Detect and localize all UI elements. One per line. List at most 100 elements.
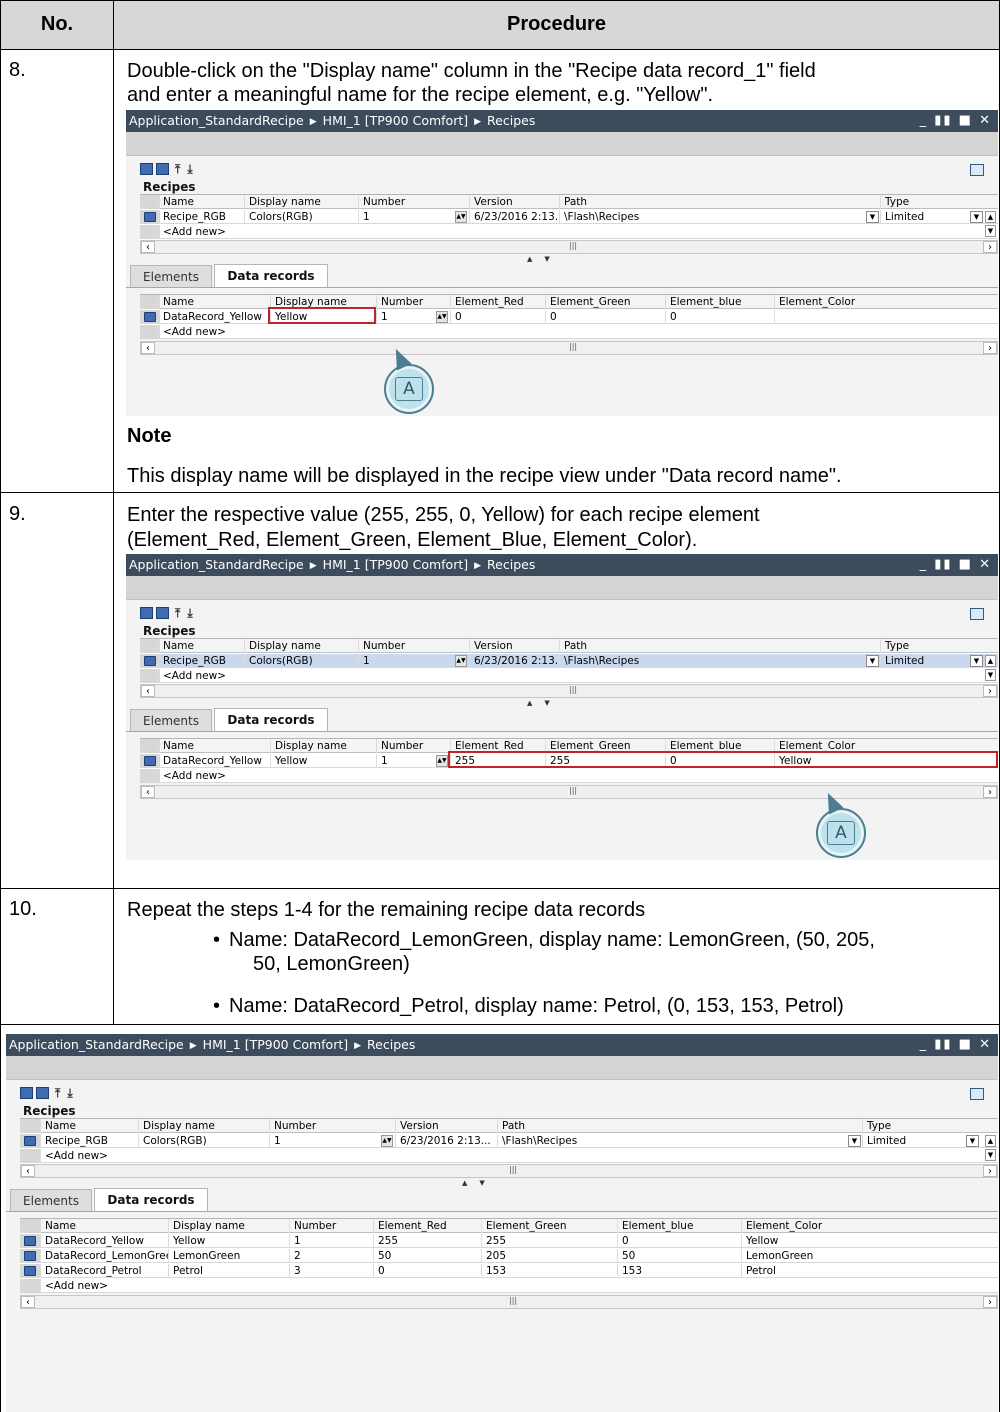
data-record-cell[interactable]: Yellow bbox=[168, 1234, 289, 1248]
split-view-icon[interactable] bbox=[970, 1088, 984, 1100]
tab-elements[interactable]: Elements bbox=[10, 1189, 92, 1211]
scroll-left-icon[interactable]: ‹ bbox=[21, 1165, 35, 1177]
column-header[interactable]: Name bbox=[158, 195, 244, 209]
move-down-icon[interactable]: ⤓ bbox=[187, 162, 195, 176]
column-header[interactable]: Element_Color bbox=[774, 295, 876, 309]
column-header[interactable]: Element_blue bbox=[665, 295, 774, 309]
column-header[interactable]: Display name bbox=[244, 195, 358, 209]
scroll-right-icon[interactable]: › bbox=[983, 685, 997, 697]
recipe-cell[interactable]: Recipe_RGB bbox=[40, 1134, 138, 1148]
recipe-row[interactable]: Recipe_RGB Colors(RGB) 1 6/23/2016 2:13... \… bbox=[140, 210, 998, 224]
scroll-thumb-icon[interactable]: ||| bbox=[569, 786, 577, 795]
breadcrumb-project[interactable]: Application_StandardRecipe bbox=[129, 557, 304, 572]
column-header[interactable]: Version bbox=[469, 639, 559, 653]
column-header[interactable]: Number bbox=[358, 195, 469, 209]
column-header[interactable]: Element_Green bbox=[481, 1219, 617, 1233]
data-record-cell[interactable]: DataRecord_Yellow bbox=[158, 310, 270, 324]
column-header[interactable]: Type bbox=[862, 1119, 982, 1133]
data-record-cell[interactable]: 255 bbox=[373, 1234, 481, 1248]
export-icon[interactable] bbox=[156, 163, 169, 175]
breadcrumb-project[interactable]: Application_StandardRecipe bbox=[129, 113, 304, 128]
add-new-row[interactable]: <Add new> bbox=[140, 225, 998, 239]
recipe-cell[interactable]: \Flash\Recipes bbox=[559, 210, 658, 224]
type-dropdown-icon[interactable]: ▼ bbox=[970, 211, 983, 223]
data-record-cell[interactable]: 0 bbox=[450, 310, 545, 324]
import-icon[interactable] bbox=[140, 163, 153, 175]
breadcrumb-device[interactable]: HMI_1 [TP900 Comfort] bbox=[203, 1037, 348, 1052]
data-record-cell[interactable]: Petrol bbox=[168, 1264, 289, 1278]
recipe-row[interactable]: Recipe_RGB Colors(RGB) 1 6/23/2016 2:13... \… bbox=[20, 1134, 998, 1148]
add-new-row[interactable]: <Add new> bbox=[20, 1279, 998, 1293]
move-down-icon[interactable]: ⤓ bbox=[67, 1086, 75, 1100]
data-record-cell[interactable]: 0 bbox=[545, 310, 665, 324]
scroll-up-icon[interactable]: ▲ bbox=[985, 1135, 996, 1147]
recipe-cell[interactable]: 6/23/2016 2:13... bbox=[469, 654, 559, 668]
breadcrumb-recipes[interactable]: Recipes bbox=[487, 557, 535, 572]
path-dropdown-icon[interactable]: ▼ bbox=[866, 211, 879, 223]
data-record-cell[interactable]: 0 bbox=[665, 310, 774, 324]
scroll-left-icon[interactable]: ‹ bbox=[21, 1296, 35, 1308]
number-spinner-icon[interactable]: ▲▼ bbox=[436, 311, 448, 323]
horizontal-scrollbar[interactable]: ‹ ||| › bbox=[140, 341, 998, 355]
scroll-left-icon[interactable]: ‹ bbox=[141, 685, 155, 697]
column-header[interactable]: Element_Red bbox=[450, 295, 545, 309]
column-header[interactable]: Display name bbox=[270, 739, 376, 753]
breadcrumb-device[interactable]: HMI_1 [TP900 Comfort] bbox=[323, 113, 468, 128]
import-icon[interactable] bbox=[20, 1087, 33, 1099]
data-record-row[interactable]: DataRecord_Petrol Petrol 3 0 153 153 Petrol bbox=[20, 1264, 998, 1278]
pane-splitter[interactable]: ▲▼ bbox=[462, 1179, 504, 1187]
column-header[interactable]: Element_Green bbox=[545, 295, 665, 309]
scroll-right-icon[interactable]: › bbox=[983, 1296, 997, 1308]
scroll-right-icon[interactable]: › bbox=[983, 786, 997, 798]
column-header[interactable]: Number bbox=[358, 639, 469, 653]
horizontal-scrollbar[interactable]: ‹ ||| › bbox=[20, 1164, 998, 1178]
split-view-icon[interactable] bbox=[970, 608, 984, 620]
recipe-cell[interactable]: \Flash\Recipes bbox=[497, 1134, 609, 1148]
split-view-icon[interactable] bbox=[970, 164, 984, 176]
column-header[interactable]: Name bbox=[40, 1219, 168, 1233]
column-header[interactable]: Version bbox=[395, 1119, 497, 1133]
recipe-cell[interactable]: 6/23/2016 2:13... bbox=[469, 210, 559, 224]
recipe-cell[interactable]: Colors(RGB) bbox=[244, 210, 358, 224]
horizontal-scrollbar[interactable]: ‹ ||| › bbox=[140, 684, 998, 698]
scroll-up-icon[interactable]: ▲ bbox=[985, 655, 996, 667]
data-record-cell[interactable]: 0 bbox=[617, 1234, 741, 1248]
tab-elements[interactable]: Elements bbox=[130, 265, 212, 287]
data-record-cell[interactable]: LemonGreen bbox=[168, 1249, 289, 1263]
tab-data-records[interactable]: Data records bbox=[214, 708, 328, 731]
scroll-down-icon[interactable]: ▼ bbox=[985, 1149, 996, 1161]
add-new-label[interactable]: <Add new> bbox=[158, 225, 244, 239]
column-header[interactable]: Name bbox=[40, 1119, 138, 1133]
column-header[interactable]: Number bbox=[376, 295, 450, 309]
column-header[interactable]: Number bbox=[269, 1119, 395, 1133]
number-spinner-icon[interactable]: ▲▼ bbox=[455, 211, 467, 223]
breadcrumb-recipes[interactable]: Recipes bbox=[487, 113, 535, 128]
recipe-cell[interactable]: Colors(RGB) bbox=[244, 654, 358, 668]
data-record-row[interactable]: DataRecord_LemonGreen LemonGreen 2 50 205 50 L… bbox=[20, 1249, 998, 1263]
scroll-thumb-icon[interactable]: ||| bbox=[509, 1165, 517, 1174]
data-record-cell[interactable]: 2 bbox=[289, 1249, 373, 1263]
horizontal-scrollbar[interactable]: ‹ ||| › bbox=[20, 1295, 998, 1309]
scroll-right-icon[interactable]: › bbox=[983, 342, 997, 354]
data-record-cell[interactable]: 0 bbox=[373, 1264, 481, 1278]
data-record-cell[interactable]: 50 bbox=[617, 1249, 741, 1263]
type-dropdown-icon[interactable]: ▼ bbox=[970, 655, 983, 667]
path-dropdown-icon[interactable]: ▼ bbox=[866, 655, 879, 667]
scroll-down-icon[interactable]: ▼ bbox=[985, 225, 996, 237]
recipe-cell[interactable]: Recipe_RGB bbox=[158, 210, 244, 224]
column-header[interactable]: Number bbox=[376, 739, 450, 753]
add-new-row[interactable]: <Add new> bbox=[140, 769, 998, 783]
data-record-cell[interactable]: DataRecord_Yellow bbox=[158, 754, 270, 768]
tab-data-records[interactable]: Data records bbox=[214, 264, 328, 287]
data-record-cell[interactable]: 255 bbox=[481, 1234, 617, 1248]
data-record-cell[interactable]: 153 bbox=[617, 1264, 741, 1278]
data-record-cell[interactable]: DataRecord_LemonGreen bbox=[40, 1249, 168, 1263]
data-record-cell[interactable]: 1 bbox=[289, 1234, 373, 1248]
scroll-up-icon[interactable]: ▲ bbox=[985, 211, 996, 223]
column-header[interactable]: Element_Red bbox=[373, 1219, 481, 1233]
tab-data-records[interactable]: Data records bbox=[94, 1188, 208, 1211]
add-new-row[interactable]: <Add new> bbox=[20, 1149, 998, 1163]
number-spinner-icon[interactable]: ▲▼ bbox=[436, 755, 448, 767]
column-header[interactable]: Name bbox=[158, 739, 270, 753]
tab-elements[interactable]: Elements bbox=[130, 709, 212, 731]
